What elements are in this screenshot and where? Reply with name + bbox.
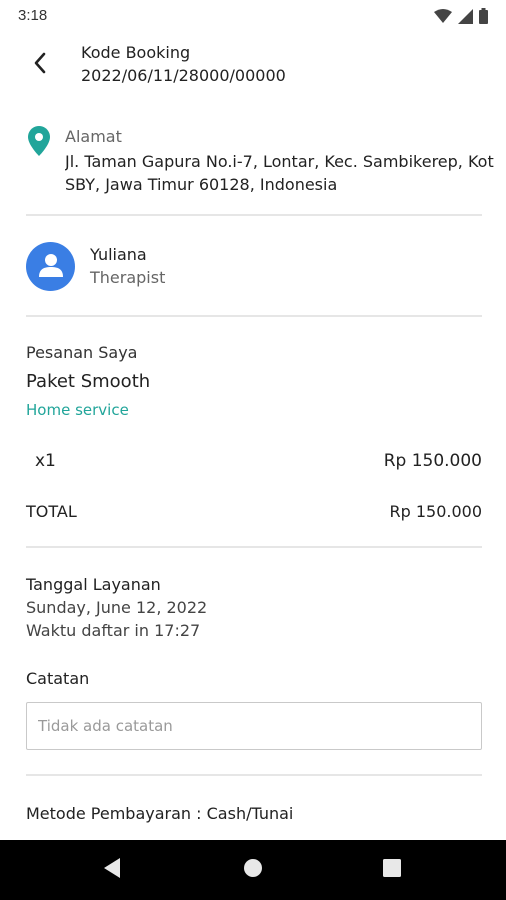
total-value: Rp 150.000 <box>389 502 482 521</box>
service-date: Sunday, June 12, 2022 <box>26 598 208 617</box>
page-title: Kode Booking <box>81 43 191 62</box>
total-label: TOTAL <box>26 502 77 521</box>
nav-home-button[interactable] <box>238 858 268 882</box>
notes-label: Catatan <box>26 669 90 688</box>
notes-field[interactable] <box>26 702 482 750</box>
service-type: Home service <box>26 401 129 419</box>
status-time: 3:18 <box>18 7 48 24</box>
arrow-left-icon <box>33 52 47 78</box>
therapist-name: Yuliana <box>90 245 147 264</box>
order-price: Rp 150.000 <box>383 451 482 471</box>
service-date-label: Tanggal Layanan <box>26 575 161 594</box>
service-time: Waktu daftar in 17:27 <box>26 621 201 640</box>
person-icon <box>38 252 64 282</box>
order-section-label: Pesanan Saya <box>26 343 138 362</box>
wifi-icon <box>434 8 452 28</box>
order-quantity: x1 <box>35 451 56 471</box>
therapist-role: Therapist <box>90 268 166 287</box>
divider <box>26 315 482 317</box>
status-bar: 3:18 <box>0 0 506 32</box>
system-nav-bar <box>0 840 506 900</box>
back-triangle-icon <box>102 857 122 883</box>
app-header: Kode Booking 2022/06/11/28000/00000 <box>0 38 506 94</box>
divider <box>26 546 482 548</box>
avatar <box>26 242 75 291</box>
divider <box>26 214 482 216</box>
divider <box>26 774 482 776</box>
location-pin-icon <box>28 126 50 160</box>
back-button[interactable] <box>22 50 58 80</box>
recents-square-icon <box>383 859 401 881</box>
nav-recents-button[interactable] <box>377 858 407 882</box>
home-circle-icon <box>243 858 263 882</box>
battery-icon <box>479 8 488 28</box>
signal-icon <box>458 8 473 28</box>
address-label: Alamat <box>65 127 122 146</box>
payment-method: Metode Pembayaran : Cash/Tunai <box>26 804 294 823</box>
order-item-name: Paket Smooth <box>26 371 151 392</box>
nav-back-button[interactable] <box>97 858 127 882</box>
therapist-card: Yuliana Therapist <box>0 240 506 294</box>
status-icons <box>434 8 488 28</box>
address-text: Jl. Taman Gapura No.i-7, Lontar, Kec. Sa… <box>65 152 494 194</box>
booking-code: 2022/06/11/28000/00000 <box>81 66 286 85</box>
